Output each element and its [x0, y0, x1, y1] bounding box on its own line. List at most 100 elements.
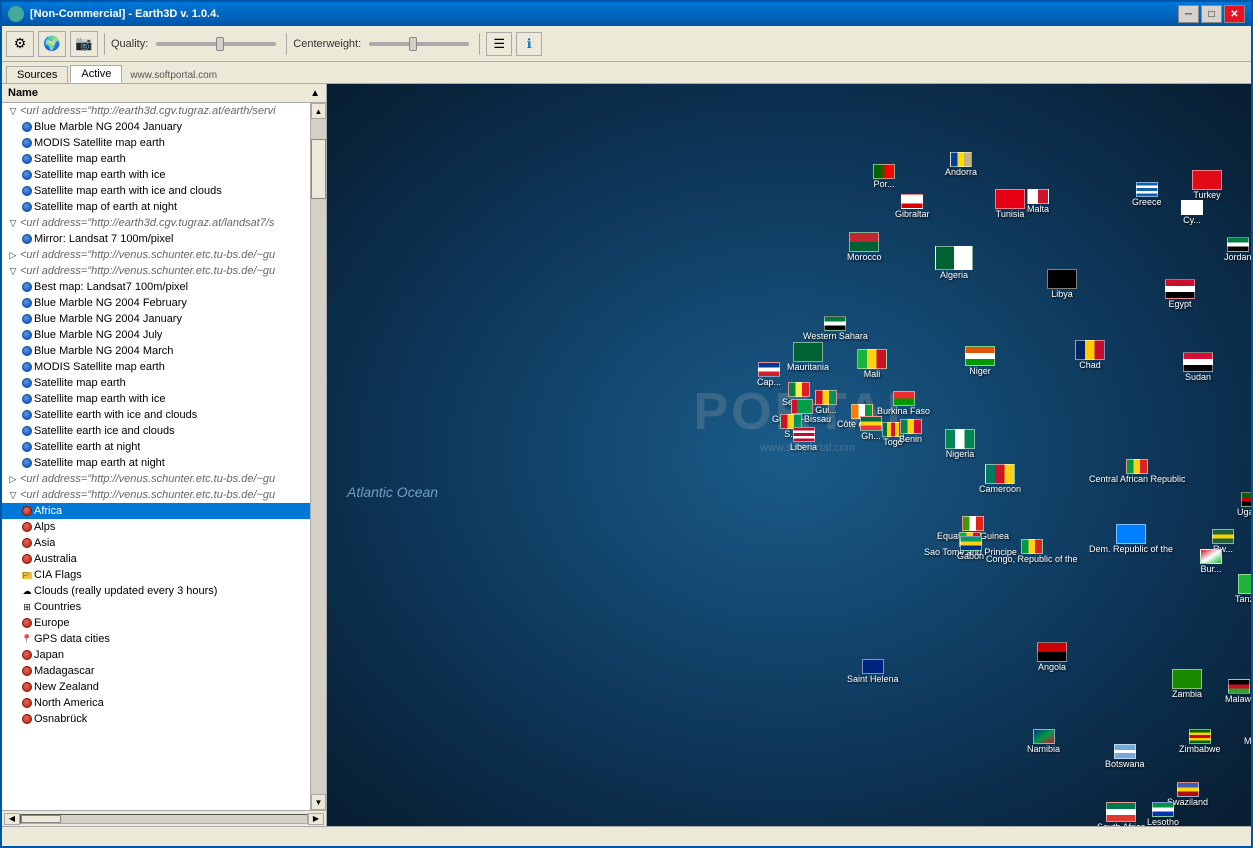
tree-item-url2[interactable]: ▽ <url address="http://earth3d.cgv.tugra… — [2, 215, 310, 231]
tab-sources[interactable]: Sources — [6, 66, 68, 83]
list-view-button[interactable]: ☰ — [486, 32, 512, 56]
tree-item-australia[interactable]: Australia — [2, 551, 310, 567]
flag-botswana — [1114, 744, 1136, 759]
globe-icon-9 — [20, 296, 34, 310]
toolbar-btn-2[interactable]: 🌍 — [38, 31, 66, 57]
sidebar-collapse-arrow[interactable]: ▲ — [310, 88, 320, 99]
tree-item-satmapiceclouds1[interactable]: Satellite map earth with ice and clouds — [2, 183, 310, 199]
tree-item-url5[interactable]: ▷ <url address="http://venus.schunter.et… — [2, 471, 310, 487]
country-mozambique: Mozambique — [1244, 716, 1251, 746]
vscroll-down-button[interactable]: ▼ — [311, 794, 326, 810]
tree-item-url1[interactable]: ▽ <url address="http://earth3d.cgv.tugra… — [2, 103, 310, 119]
tree-item-modis1[interactable]: MODIS Satellite map earth — [2, 135, 310, 151]
globe-icon-3 — [20, 152, 34, 166]
red-dot-osnabruck — [20, 712, 34, 726]
app-icon — [8, 6, 24, 22]
tree-item-mirror1[interactable]: Mirror: Landsat 7 100m/pixel — [2, 231, 310, 247]
flag-andorra — [950, 152, 972, 167]
tree-item-modis2[interactable]: MODIS Satellite map earth — [2, 359, 310, 375]
tree-item-bestmap[interactable]: Best map: Landsat7 100m/pixel — [2, 279, 310, 295]
map-area[interactable]: Atlantic Ocean PORTAL www.softportal.com… — [327, 84, 1251, 826]
tree-item-ciaflags[interactable]: 🏳 CIA Flags — [2, 567, 310, 583]
hscroll-thumb[interactable] — [21, 815, 61, 823]
flag-st-helena — [862, 659, 884, 674]
hscroll-left-button[interactable]: ◀ — [4, 813, 20, 825]
vscroll-up-button[interactable]: ▲ — [311, 103, 326, 119]
tree-item-bluemarble1[interactable]: Blue Marble NG 2004 January — [2, 119, 310, 135]
country-botswana: Botswana — [1105, 744, 1145, 769]
flag-rwanda — [1212, 529, 1234, 544]
country-morocco: Morocco — [847, 232, 882, 262]
country-portugal: Por... — [873, 164, 895, 189]
sidebar-horizontal-scrollbar[interactable]: ◀ ▶ — [2, 810, 326, 826]
expand-icon-url1: ▽ — [6, 104, 20, 118]
title-bar-controls: ─ □ ✕ — [1178, 5, 1245, 23]
tree-item-bluemarble2[interactable]: Blue Marble NG 2004 February — [2, 295, 310, 311]
tree-item-satmapice2[interactable]: Satellite map earth with ice — [2, 391, 310, 407]
toolbar-separator-3 — [479, 33, 480, 55]
flag-tunisia — [995, 189, 1025, 209]
tree-item-bluemarble3[interactable]: Blue Marble NG 2004 January — [2, 311, 310, 327]
expand-icon-url5: ▷ — [6, 472, 20, 486]
country-car: Central African Republic — [1089, 459, 1186, 484]
toolbar-btn-1[interactable]: ⚙ — [6, 31, 34, 57]
red-dot-europe — [20, 616, 34, 630]
tree-item-url6[interactable]: ▽ <url address="http://venus.schunter.et… — [2, 487, 310, 503]
tree-item-osnabruck[interactable]: Osnabrück — [2, 711, 310, 727]
cloud-icon: ☁ — [20, 584, 34, 598]
tree-item-newzealand[interactable]: New Zealand — [2, 679, 310, 695]
tree-item-asia[interactable]: Asia — [2, 535, 310, 551]
red-dot-japan — [20, 648, 34, 662]
country-drc: Dem. Republic of the — [1089, 524, 1173, 554]
app-window: [Non-Commercial] - Earth3D v. 1.0.4. ─ □… — [0, 0, 1253, 848]
tree-item-africa[interactable]: Africa — [2, 503, 310, 519]
flag-chad — [1075, 340, 1105, 360]
tree-item-clouds[interactable]: ☁ Clouds (really updated every 3 hours) — [2, 583, 310, 599]
tree-item-satmapnight1[interactable]: Satellite map of earth at night — [2, 199, 310, 215]
flag-ghana — [860, 416, 882, 431]
tree-item-satearthnight[interactable]: Satellite earth at night — [2, 439, 310, 455]
sidebar-content[interactable]: ▽ <url address="http://earth3d.cgv.tugra… — [2, 103, 310, 810]
globe-icon-19 — [20, 456, 34, 470]
tree-item-satmapnight2[interactable]: Satellite map earth at night — [2, 455, 310, 471]
country-congo: Congo, Republic of the — [986, 539, 1078, 564]
tree-item-bluemarble5[interactable]: Blue Marble NG 2004 March — [2, 343, 310, 359]
hscroll-right-button[interactable]: ▶ — [308, 813, 324, 825]
toolbar-btn-3[interactable]: 📷 — [70, 31, 98, 57]
sidebar-vertical-scrollbar[interactable]: ▲ ▼ — [310, 103, 326, 810]
grid-icon: ⊞ — [20, 600, 34, 614]
tree-item-europe[interactable]: Europe — [2, 615, 310, 631]
quality-slider-container — [156, 42, 276, 46]
tree-item-satearth1[interactable]: Satellite earth ice and clouds — [2, 423, 310, 439]
tree-item-countries[interactable]: ⊞ Countries — [2, 599, 310, 615]
tree-item-satmap2[interactable]: Satellite map earth — [2, 375, 310, 391]
centerweight-slider-thumb[interactable] — [409, 37, 417, 51]
toolbar-separator-1 — [104, 33, 105, 55]
tree-item-url4[interactable]: ▽ <url address="http://venus.schunter.et… — [2, 263, 310, 279]
toolbar-separator-2 — [286, 33, 287, 55]
tree-item-bluemarble4[interactable]: Blue Marble NG 2004 July — [2, 327, 310, 343]
vscroll-thumb[interactable] — [311, 139, 326, 199]
globe-icon-7 — [20, 232, 34, 246]
quality-slider-thumb[interactable] — [216, 37, 224, 51]
close-button[interactable]: ✕ — [1224, 5, 1245, 23]
tree-item-url3[interactable]: ▷ <url address="http://venus.schunter.et… — [2, 247, 310, 263]
tree-item-madagascar[interactable]: Madagascar — [2, 663, 310, 679]
tab-active[interactable]: Active — [70, 65, 122, 83]
country-burundi: Bur... — [1200, 549, 1222, 574]
tree-item-satmapiceclouds2[interactable]: Satellite earth with ice and clouds — [2, 407, 310, 423]
flag-portugal — [873, 164, 895, 179]
maximize-button[interactable]: □ — [1201, 5, 1222, 23]
tree-item-gpscities[interactable]: 📍 GPS data cities — [2, 631, 310, 647]
expand-icon-url6: ▽ — [6, 488, 20, 502]
tree-item-satmapice1[interactable]: Satellite map earth with ice — [2, 167, 310, 183]
flag-icon-cia: 🏳 — [20, 568, 34, 582]
tree-item-northamerica[interactable]: North America — [2, 695, 310, 711]
info-button[interactable]: ℹ — [516, 32, 542, 56]
tree-item-alps[interactable]: Alps — [2, 519, 310, 535]
tree-item-satmap1[interactable]: Satellite map earth — [2, 151, 310, 167]
expand-icon-url2: ▽ — [6, 216, 20, 230]
globe-icon-18 — [20, 440, 34, 454]
tree-item-japan[interactable]: Japan — [2, 647, 310, 663]
minimize-button[interactable]: ─ — [1178, 5, 1199, 23]
